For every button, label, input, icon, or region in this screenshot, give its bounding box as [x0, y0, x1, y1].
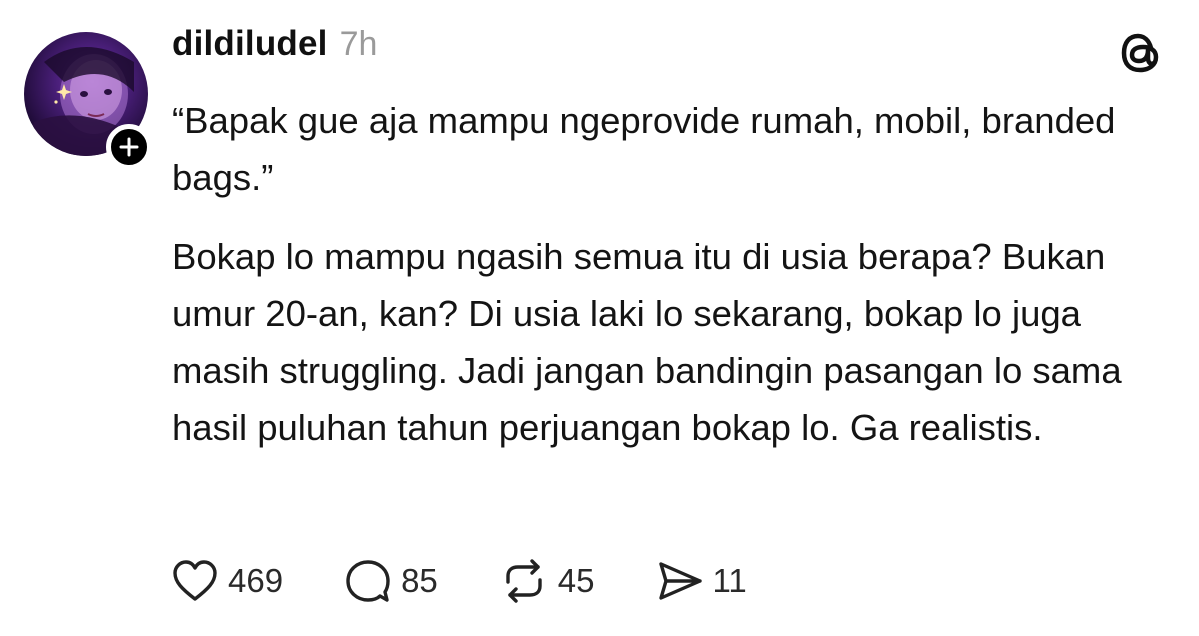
follow-button[interactable] [106, 124, 152, 170]
post-paragraph: “Bapak gue aja mampu ngeprovide rumah, m… [172, 100, 1116, 198]
post-actions: 469 85 45 11 [172, 556, 809, 606]
post-header: dildiludel 7h [172, 24, 377, 74]
threads-logo-icon[interactable] [1116, 28, 1166, 78]
avatar-container[interactable] [24, 32, 152, 170]
reply-count: 85 [401, 562, 438, 599]
username-link[interactable]: dildiludel [172, 24, 328, 64]
share-button[interactable]: 11 [657, 560, 747, 602]
post-paragraph: Bokap lo mampu ngasih semua itu di usia … [172, 236, 1122, 448]
repost-button[interactable]: 45 [500, 558, 595, 604]
like-count: 469 [228, 562, 284, 599]
repost-count: 45 [557, 562, 595, 599]
share-count: 11 [712, 562, 747, 599]
reply-button[interactable]: 85 [345, 558, 438, 604]
post-timestamp[interactable]: 7h [340, 25, 378, 64]
plus-icon [119, 137, 139, 157]
send-icon [658, 562, 702, 600]
heart-icon [173, 560, 217, 601]
post-text: “Bapak gue aja mampu ngeprovide rumah, m… [172, 92, 1172, 456]
repost-icon [506, 559, 542, 603]
comment-icon [346, 560, 390, 602]
like-button[interactable]: 469 [172, 559, 283, 603]
